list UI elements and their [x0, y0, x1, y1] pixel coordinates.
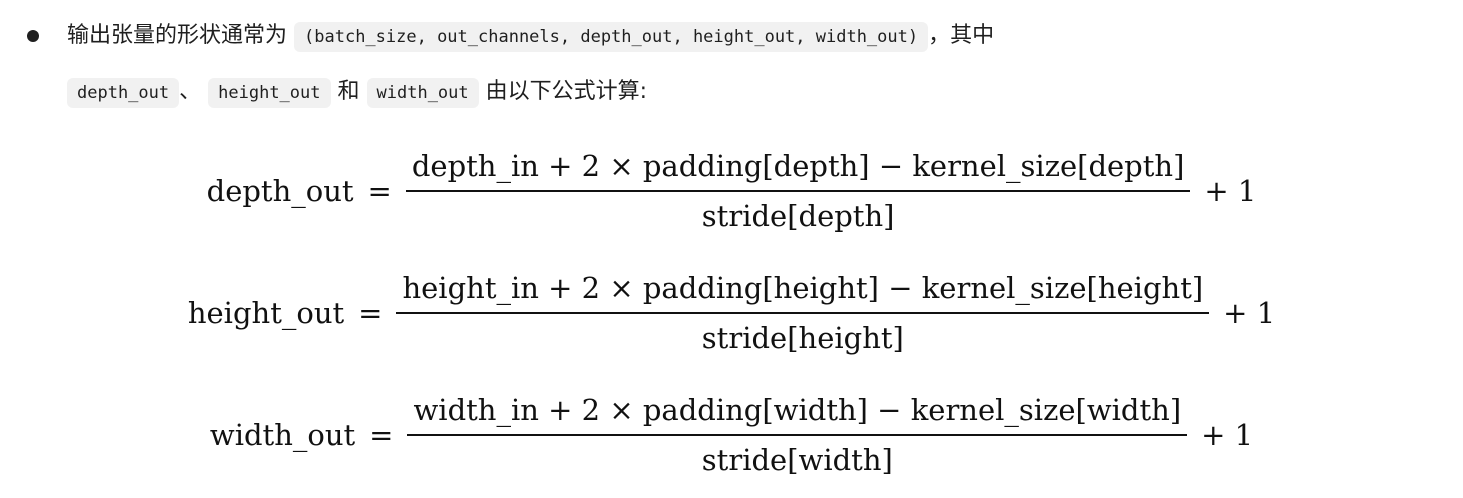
- bullet-text-line-1: 输出张量的形状通常为 (batch_size, out_channels, de…: [67, 19, 994, 54]
- formula-tail: + 1: [1223, 296, 1276, 330]
- fraction: width_in + 2 × padding[width] − kernel_s…: [407, 392, 1188, 478]
- formula-depth-out: depth_out = depth_in + 2 × padding[depth…: [0, 148, 1463, 234]
- equals-sign: =: [369, 418, 394, 452]
- fraction-denominator: stride[width]: [701, 443, 893, 477]
- bullet-after-shape-text: ，其中: [928, 23, 995, 48]
- formula-height-out: height_out = height_in + 2 × padding[hei…: [0, 270, 1463, 356]
- shape-code: (batch_size, out_channels, depth_out, he…: [294, 22, 929, 52]
- width-out-code: width_out: [366, 78, 479, 108]
- depth-out-code: depth_out: [67, 78, 180, 108]
- formula-width-out: width_out = width_in + 2 × padding[width…: [0, 392, 1463, 478]
- fraction-denominator: stride[depth]: [701, 199, 895, 233]
- bullet-dot-icon: [27, 30, 39, 42]
- equals-sign: =: [358, 296, 383, 330]
- formula-lhs: width_out: [209, 418, 356, 452]
- height-out-code: height_out: [208, 78, 331, 108]
- equals-sign: =: [367, 174, 392, 208]
- formula-tail: + 1: [1204, 174, 1257, 208]
- fraction-denominator: stride[height]: [701, 321, 904, 355]
- formula-tail: + 1: [1201, 418, 1254, 452]
- fraction: height_in + 2 × padding[height] − kernel…: [396, 270, 1210, 356]
- separator-text: 、: [179, 79, 202, 104]
- and-text: 和: [337, 79, 360, 104]
- bullet-text-line-2: depth_out、 height_out 和 width_out 由以下公式计…: [67, 75, 647, 110]
- formula-lhs: depth_out: [206, 174, 354, 208]
- bullet-suffix-text: 由以下公式计算:: [485, 79, 648, 104]
- fraction: depth_in + 2 × padding[depth] − kernel_s…: [405, 148, 1191, 234]
- fraction-numerator: height_in + 2 × padding[height] − kernel…: [402, 271, 1204, 305]
- bullet-prefix-text: 输出张量的形状通常为: [67, 23, 288, 48]
- fraction-numerator: depth_in + 2 × padding[depth] − kernel_s…: [411, 149, 1185, 183]
- fraction-numerator: width_in + 2 × padding[width] − kernel_s…: [413, 393, 1182, 427]
- formula-lhs: height_out: [187, 296, 345, 330]
